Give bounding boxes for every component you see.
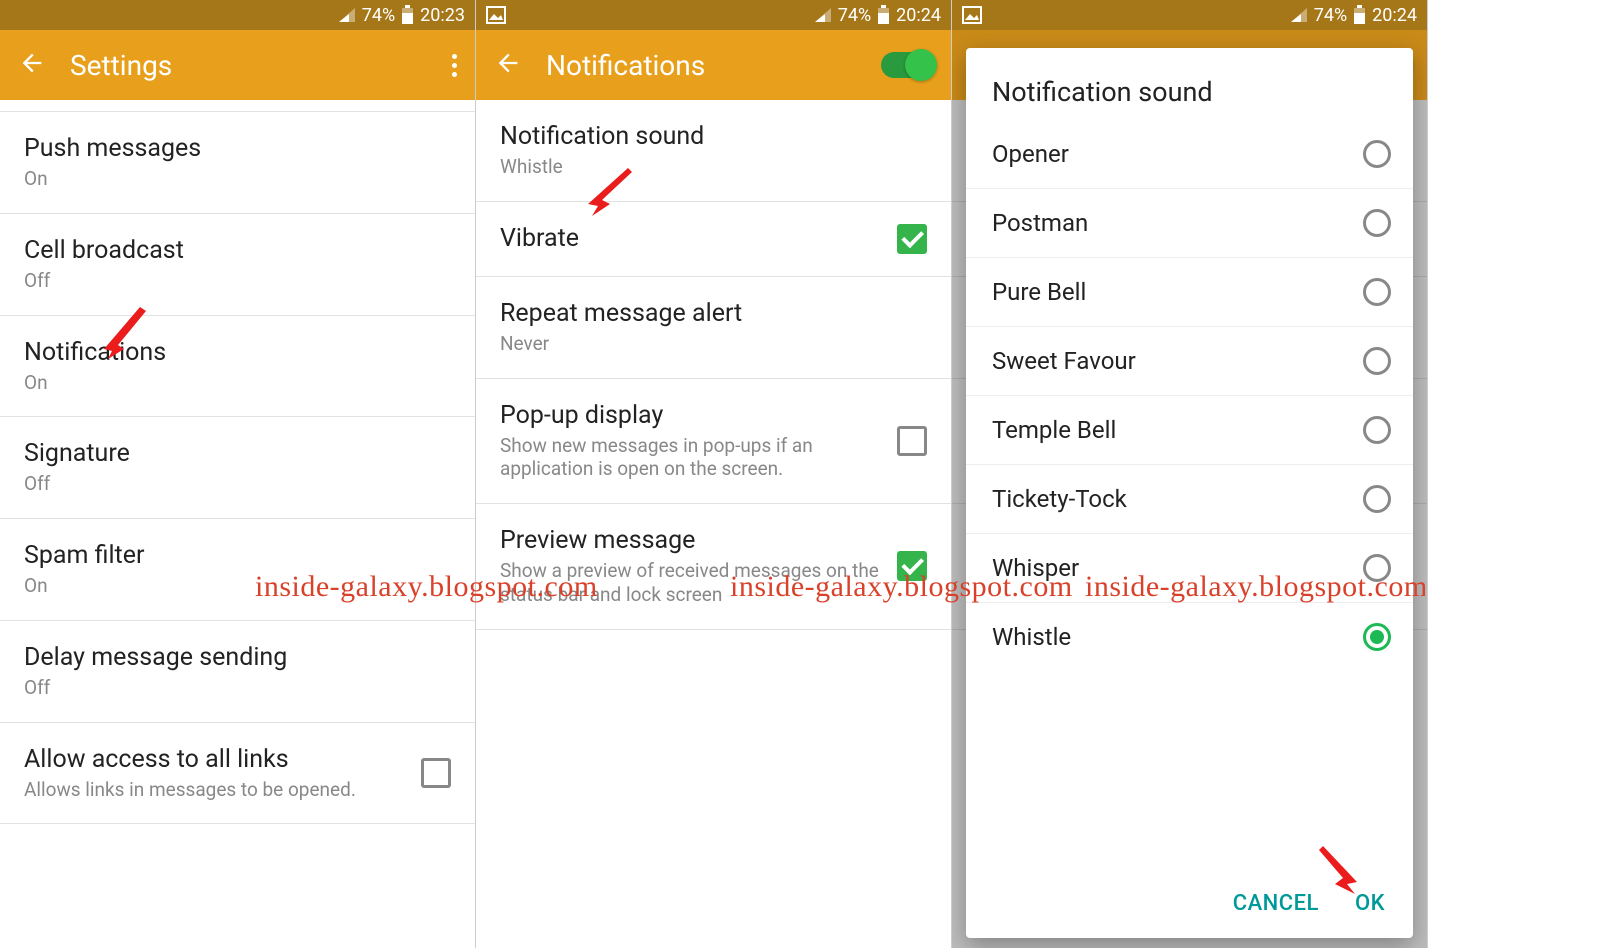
item-vibrate[interactable]: Vibrate (476, 202, 951, 277)
item-secondary: Off (24, 269, 451, 293)
item-popup-display[interactable]: Pop-up display Show new messages in pop-… (476, 379, 951, 505)
dialog-actions: CANCEL OK (966, 873, 1413, 938)
item-primary: Pop-up display (500, 401, 885, 430)
item-primary: Spam filter (24, 541, 451, 570)
option-whisper[interactable]: Whisper (966, 534, 1413, 603)
item-notification-sound[interactable]: Notification sound Whistle (476, 100, 951, 202)
battery-percent: 74% (1314, 5, 1347, 26)
radio[interactable] (1363, 140, 1391, 168)
app-bar: Notifications (476, 30, 951, 100)
item-primary: Allow access to all links (24, 745, 409, 774)
option-sweet-favour[interactable]: Sweet Favour (966, 327, 1413, 396)
option-label: Pure Bell (992, 278, 1086, 306)
item-signature[interactable]: Signature Off (0, 417, 475, 519)
battery-icon (877, 5, 890, 25)
app-bar-title: Settings (70, 49, 428, 82)
option-postman[interactable]: Postman (966, 189, 1413, 258)
item-primary: Delay message sending (24, 643, 451, 672)
radio[interactable] (1363, 278, 1391, 306)
item-secondary: Off (24, 676, 451, 700)
item-notifications[interactable]: Notifications On (0, 316, 475, 418)
back-icon[interactable] (494, 49, 522, 81)
item-repeat-alert[interactable]: Repeat message alert Never (476, 277, 951, 379)
settings-list: Push messages On Cell broadcast Off Noti… (0, 100, 475, 824)
checkbox[interactable] (897, 224, 927, 254)
item-primary: Notification sound (500, 122, 927, 151)
dialog-title: Notification sound (966, 68, 1413, 120)
back-icon[interactable] (18, 49, 46, 81)
option-temple-bell[interactable]: Temple Bell (966, 396, 1413, 465)
item-allow-links[interactable]: Allow access to all links Allows links i… (0, 723, 475, 825)
dialog-option-list: Opener Postman Pure Bell Sweet Favour Te… (966, 120, 1413, 873)
item-primary: Push messages (24, 134, 451, 163)
status-time: 20:23 (420, 5, 465, 26)
app-bar-title: Notifications (546, 49, 857, 82)
item-push-messages[interactable]: Push messages On (0, 112, 475, 214)
status-time: 20:24 (896, 5, 941, 26)
option-label: Opener (992, 140, 1069, 168)
panel-settings: 74% 20:23 Settings Push messages On Cell… (0, 0, 476, 948)
more-icon[interactable] (452, 54, 457, 77)
item-secondary: Show a preview of received messages on t… (500, 559, 885, 607)
item-secondary: Never (500, 332, 927, 356)
item-primary: Repeat message alert (500, 299, 927, 328)
signal-icon (814, 7, 832, 23)
ok-button[interactable]: OK (1355, 891, 1385, 916)
radio[interactable] (1363, 209, 1391, 237)
option-label: Sweet Favour (992, 347, 1136, 375)
cancel-button[interactable]: CANCEL (1233, 891, 1319, 916)
option-label: Postman (992, 209, 1088, 237)
option-tickety-tock[interactable]: Tickety-Tock (966, 465, 1413, 534)
signal-icon (338, 7, 356, 23)
panel-sound-dialog: 74% 20:24 NW V RNe PSh ap PSh st Notific… (952, 0, 1428, 948)
option-label: Tickety-Tock (992, 485, 1127, 513)
option-whistle[interactable]: Whistle (966, 603, 1413, 671)
status-bar: 74% 20:24 (476, 0, 951, 30)
status-time: 20:24 (1372, 5, 1417, 26)
radio[interactable] (1363, 554, 1391, 582)
radio[interactable] (1363, 485, 1391, 513)
item-primary: Preview message (500, 526, 885, 555)
radio[interactable] (1363, 416, 1391, 444)
item-primary: Cell broadcast (24, 236, 451, 265)
checkbox[interactable] (897, 551, 927, 581)
app-bar: Settings (0, 30, 475, 100)
item-primary: Notifications (24, 338, 451, 367)
checkbox[interactable] (421, 758, 451, 788)
battery-percent: 74% (362, 5, 395, 26)
status-bar: 74% 20:24 (952, 0, 1427, 30)
option-label: Whistle (992, 623, 1071, 651)
battery-icon (1353, 5, 1366, 25)
item-secondary: On (24, 167, 451, 191)
notification-sound-dialog: Notification sound Opener Postman Pure B… (966, 48, 1413, 938)
panel-notifications: 74% 20:24 Notifications Notification sou… (476, 0, 952, 948)
item-preview-message[interactable]: Preview message Show a preview of receiv… (476, 504, 951, 630)
checkbox[interactable] (897, 426, 927, 456)
option-opener[interactable]: Opener (966, 120, 1413, 189)
radio[interactable] (1363, 623, 1391, 651)
master-toggle[interactable] (881, 52, 933, 78)
image-icon (962, 6, 982, 24)
item-secondary: On (24, 574, 451, 598)
item-spam-filter[interactable]: Spam filter On (0, 519, 475, 621)
item-secondary: Allows links in messages to be opened. (24, 778, 409, 802)
item-delay-sending[interactable]: Delay message sending Off (0, 621, 475, 723)
item-primary: Vibrate (500, 224, 885, 253)
item-primary: Signature (24, 439, 451, 468)
item-secondary: Whistle (500, 155, 927, 179)
option-label: Temple Bell (992, 416, 1116, 444)
signal-icon (1290, 7, 1308, 23)
battery-icon (401, 5, 414, 25)
notifications-list: Notification sound Whistle Vibrate Repea… (476, 100, 951, 630)
item-secondary: Show new messages in pop-ups if an appli… (500, 434, 885, 482)
radio[interactable] (1363, 347, 1391, 375)
item-cell-broadcast[interactable]: Cell broadcast Off (0, 214, 475, 316)
image-icon (486, 6, 506, 24)
item-secondary: Off (24, 472, 451, 496)
battery-percent: 74% (838, 5, 871, 26)
item-secondary: On (24, 371, 451, 395)
status-bar: 74% 20:23 (0, 0, 475, 30)
option-pure-bell[interactable]: Pure Bell (966, 258, 1413, 327)
option-label: Whisper (992, 554, 1079, 582)
